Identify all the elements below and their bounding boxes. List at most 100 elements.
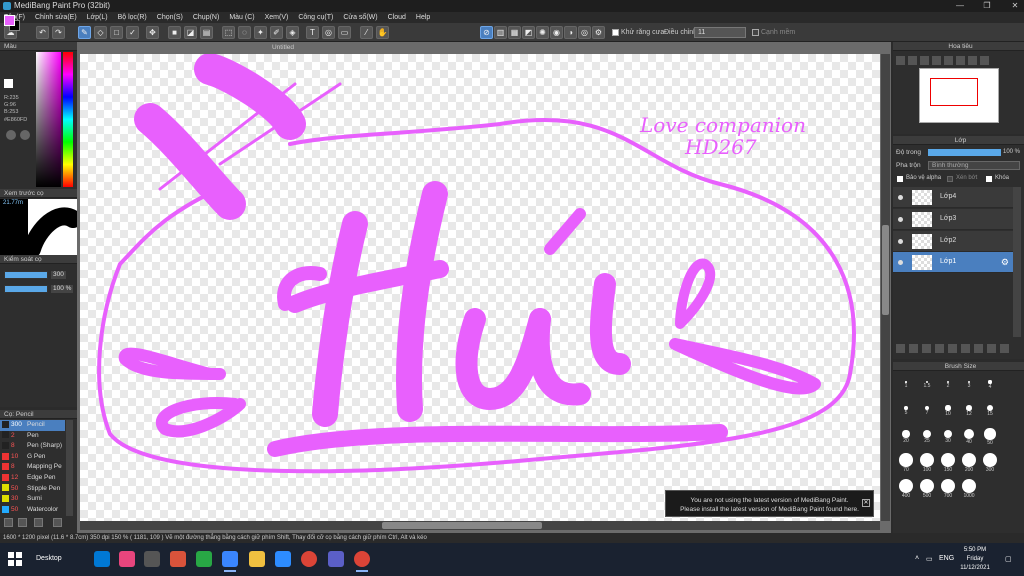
chrome-active-icon[interactable] bbox=[354, 551, 370, 572]
brush-item[interactable]: 300 Pencil bbox=[0, 420, 65, 431]
layer-list-scrollbar[interactable] bbox=[1013, 187, 1021, 337]
new-folder-icon[interactable] bbox=[948, 344, 957, 353]
menu-window[interactable]: Cửa sổ(W) bbox=[343, 14, 377, 21]
gradient-icon[interactable]: ▤ bbox=[200, 26, 213, 39]
excel-icon[interactable] bbox=[196, 551, 212, 567]
eyedropper-icon[interactable]: ⁄ bbox=[360, 26, 373, 39]
notice-close-icon[interactable]: ✕ bbox=[862, 499, 870, 507]
rotate-right-icon[interactable] bbox=[956, 56, 965, 65]
lasso-icon[interactable]: ◌ bbox=[238, 26, 251, 39]
menu-filter[interactable]: Bộ lọc(R) bbox=[118, 14, 147, 21]
network-icon[interactable]: ▭ bbox=[926, 555, 933, 563]
dot-tool-icon[interactable]: □ bbox=[110, 26, 123, 39]
menu-view[interactable]: Xem(V) bbox=[265, 14, 289, 21]
medibang-icon[interactable] bbox=[222, 551, 238, 572]
brush-folder-icon[interactable] bbox=[18, 518, 27, 527]
brush-item[interactable]: 10 G Pen bbox=[0, 452, 65, 463]
balloon-icon[interactable]: ◎ bbox=[322, 26, 335, 39]
minimize-button[interactable]: — bbox=[945, 0, 975, 12]
brush-size-preset[interactable]: 1 bbox=[896, 375, 916, 395]
canvas-vertical-scroll-thumb[interactable] bbox=[882, 225, 889, 315]
wifi-app-icon[interactable] bbox=[170, 551, 186, 567]
new-halftone-layer-icon[interactable] bbox=[909, 344, 918, 353]
menu-color[interactable]: Màu (C) bbox=[229, 14, 254, 21]
snap-settings-icon[interactable]: ⚙ bbox=[592, 26, 605, 39]
eye-icon[interactable] bbox=[898, 217, 903, 222]
snap-radial-icon[interactable]: ✺ bbox=[536, 26, 549, 39]
foreground-color-swatch[interactable] bbox=[4, 15, 15, 26]
brush-size-preset[interactable]: 150 bbox=[938, 453, 958, 473]
brush-size-preset[interactable]: 15 bbox=[980, 401, 1000, 421]
brush-size-preset[interactable]: 50 bbox=[980, 427, 1000, 447]
desktop-toolbar-label[interactable]: Desktop bbox=[36, 555, 62, 562]
fill-rect-icon[interactable]: ■ bbox=[168, 26, 181, 39]
brush-size-preset[interactable]: 700 bbox=[938, 479, 958, 499]
eye-icon[interactable] bbox=[898, 239, 903, 244]
brush-item[interactable]: 50 Watercolor bbox=[0, 505, 65, 516]
add-brush-icon[interactable] bbox=[4, 518, 13, 527]
brush-size-preset[interactable]: 7 bbox=[917, 401, 937, 421]
snap-circle-icon[interactable]: ◉ bbox=[550, 26, 563, 39]
update-notice[interactable]: You are not using the latest version of … bbox=[665, 490, 874, 517]
delete-layer-icon[interactable] bbox=[987, 344, 996, 353]
brush-list-scrollbar[interactable] bbox=[66, 420, 73, 516]
brush-size-preset[interactable]: 100 bbox=[917, 453, 937, 473]
actual-size-icon[interactable] bbox=[932, 56, 941, 65]
tray-chevron-icon[interactable]: ˄ bbox=[915, 555, 919, 562]
brush-size-preset[interactable]: 12 bbox=[959, 401, 979, 421]
brush-size-preset[interactable]: 10 bbox=[938, 401, 958, 421]
brush-size-slider[interactable] bbox=[4, 271, 48, 279]
edge-checkbox[interactable] bbox=[752, 29, 759, 36]
select-rect-icon[interactable]: ⬚ bbox=[222, 26, 235, 39]
adjust-select[interactable]: 11 bbox=[694, 27, 746, 38]
reset-view-icon[interactable] bbox=[980, 56, 989, 65]
canvas-horizontal-scroll-thumb[interactable] bbox=[382, 522, 542, 529]
delete-brush-icon[interactable] bbox=[53, 518, 62, 527]
layer-row-3[interactable]: Lớp3 bbox=[893, 209, 1013, 230]
frame-icon[interactable]: ▭ bbox=[338, 26, 351, 39]
windows-start-icon[interactable] bbox=[8, 552, 22, 566]
bucket-icon[interactable]: ◪ bbox=[184, 26, 197, 39]
layer-row-2[interactable]: Lớp2 bbox=[893, 231, 1013, 252]
white-swatch[interactable] bbox=[4, 79, 13, 88]
file-explorer-icon[interactable] bbox=[249, 551, 265, 567]
snap-curve-icon[interactable]: ◑ bbox=[564, 26, 577, 39]
brush-size-preset[interactable]: 2 bbox=[938, 375, 958, 395]
brush-item[interactable]: 30 Sumi bbox=[0, 494, 65, 505]
menu-tools[interactable]: Công cụ(T) bbox=[298, 14, 333, 21]
brush-size-preset[interactable]: 25 bbox=[917, 427, 937, 447]
select-pen-icon[interactable]: ✐ bbox=[270, 26, 283, 39]
maximize-button[interactable]: ❐ bbox=[972, 0, 1002, 12]
blend-mode-select[interactable]: Bình thường bbox=[928, 161, 1020, 170]
redo-icon[interactable]: ↷ bbox=[52, 26, 65, 39]
snap-3d-icon[interactable]: ◎ bbox=[578, 26, 591, 39]
eraser-icon[interactable]: ◇ bbox=[94, 26, 107, 39]
files-icon[interactable] bbox=[144, 551, 160, 567]
protect-alpha-checkbox[interactable] bbox=[897, 176, 903, 182]
hand-icon[interactable]: ✋ bbox=[376, 26, 389, 39]
brush-size-preset[interactable]: 1.5 bbox=[917, 375, 937, 395]
brush-size-preset[interactable]: 30 bbox=[938, 427, 958, 447]
brush-item[interactable]: 2 Pen bbox=[0, 431, 65, 442]
brush-size-preset[interactable]: 5 bbox=[896, 401, 916, 421]
navigator-viewport-rect[interactable] bbox=[930, 78, 978, 106]
brush-size-preset[interactable]: 500 bbox=[917, 479, 937, 499]
lock-checkbox[interactable] bbox=[986, 176, 992, 182]
eye-icon[interactable] bbox=[898, 195, 903, 200]
layer-opacity-slider[interactable] bbox=[928, 149, 1001, 156]
brush-size-preset[interactable]: 20 bbox=[896, 427, 916, 447]
pen-tool-icon[interactable]: ✎ bbox=[78, 26, 91, 39]
menu-select[interactable]: Chọn(S) bbox=[157, 14, 183, 21]
magic-wand-icon[interactable]: ✦ bbox=[254, 26, 267, 39]
clipping-checkbox[interactable] bbox=[947, 176, 953, 182]
eye-icon[interactable] bbox=[898, 260, 903, 265]
brush-size-preset[interactable]: 40 bbox=[959, 427, 979, 447]
gear-icon[interactable]: ⚙ bbox=[1001, 257, 1009, 268]
brush-size-preset[interactable]: 3 bbox=[959, 375, 979, 395]
layer-menu-icon[interactable] bbox=[1000, 344, 1009, 353]
brush-options-icon[interactable] bbox=[34, 518, 43, 527]
rotate-left-icon[interactable] bbox=[944, 56, 953, 65]
snap-vanish-icon[interactable]: ◩ bbox=[522, 26, 535, 39]
menu-capture[interactable]: Chụp(N) bbox=[193, 14, 219, 21]
menu-edit[interactable]: Chỉnh sửa(E) bbox=[35, 14, 77, 21]
